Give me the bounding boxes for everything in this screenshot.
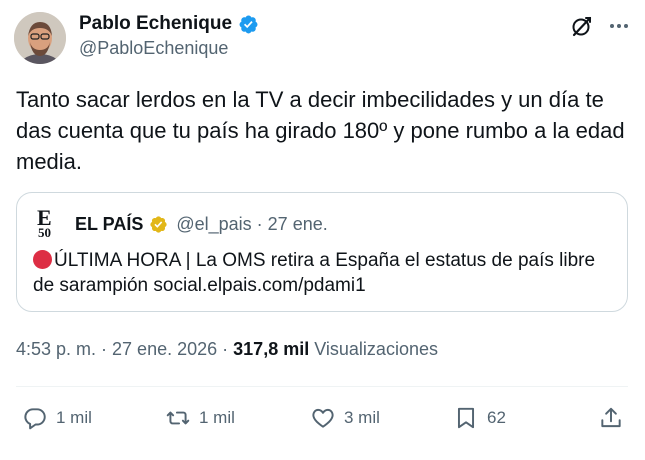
like-button[interactable]: 3 mil bbox=[310, 396, 380, 440]
reply-icon bbox=[24, 408, 46, 430]
avatar[interactable] bbox=[14, 12, 66, 64]
tweet-timestamp[interactable]: 4:53 p. m. · 27 ene. 2026 · bbox=[16, 339, 228, 359]
divider bbox=[16, 386, 628, 387]
quoted-author-name[interactable]: EL PAÍS bbox=[75, 214, 143, 235]
grok-icon[interactable] bbox=[570, 14, 594, 38]
bookmark-button[interactable]: 62 bbox=[453, 396, 506, 440]
action-bar: 1 mil 1 mil 3 mil 62 bbox=[0, 396, 645, 440]
share-icon bbox=[601, 407, 621, 428]
views-label: Visualizaciones bbox=[314, 339, 438, 359]
gold-verified-badge-icon bbox=[150, 215, 167, 233]
author-name-row: Pablo Echenique bbox=[79, 12, 259, 36]
tweet-text: Tanto sacar lerdos en la TV a decir imbe… bbox=[16, 87, 625, 174]
repost-button[interactable]: 1 mil bbox=[165, 396, 235, 440]
author-handle[interactable]: @PabloEchenique bbox=[79, 38, 228, 59]
red-circle-icon bbox=[33, 250, 52, 269]
tweet-meta: 4:53 p. m. · 27 ene. 2026 · 317,8 mil Vi… bbox=[16, 339, 438, 360]
reply-count: 1 mil bbox=[56, 408, 92, 427]
quoted-tweet-body: ÚLTIMA HORA | La OMS retira a España el … bbox=[33, 248, 613, 298]
logo-number: 50 bbox=[38, 225, 51, 240]
share-button[interactable] bbox=[598, 396, 624, 440]
profile-photo-icon bbox=[14, 12, 66, 64]
quoted-tweet-text: ÚLTIMA HORA | La OMS retira a España el … bbox=[33, 250, 596, 296]
bookmark-count: 62 bbox=[487, 408, 506, 427]
like-count: 3 mil bbox=[344, 408, 380, 427]
quoted-handle-date: @el_pais · 27 ene. bbox=[176, 213, 328, 234]
verified-badge-icon bbox=[239, 15, 258, 33]
bookmark-icon bbox=[457, 407, 475, 429]
quoted-tweet-header: E 50 EL PAÍS @el_pais · 27 ene. bbox=[35, 207, 328, 241]
more-options-icon[interactable] bbox=[607, 16, 631, 36]
heart-icon bbox=[312, 408, 334, 428]
author-display-name[interactable]: Pablo Echenique bbox=[79, 12, 232, 36]
el-pais-logo-icon[interactable]: E 50 bbox=[35, 207, 61, 241]
repost-icon bbox=[166, 411, 190, 425]
repost-count: 1 mil bbox=[199, 408, 235, 427]
views-count: 317,8 mil bbox=[233, 339, 310, 359]
reply-button[interactable]: 1 mil bbox=[22, 396, 92, 440]
quoted-tweet-card[interactable]: E 50 EL PAÍS @el_pais · 27 ene. ÚLTIMA H… bbox=[16, 192, 628, 312]
